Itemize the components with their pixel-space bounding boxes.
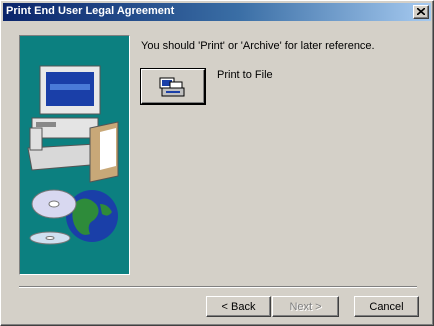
print-to-file-label: Print to File [217,69,273,81]
cancel-button[interactable]: Cancel [354,296,419,317]
side-illustration [19,35,130,275]
back-button[interactable]: < Back [206,296,271,317]
print-to-file-button[interactable] [141,69,205,104]
instruction-text: You should 'Print' or 'Archive' for late… [141,40,375,52]
printer-icon [159,77,185,97]
dialog-window: Print End User Legal Agreement You shoul… [0,0,434,326]
title-bar[interactable]: Print End User Legal Agreement [3,3,431,21]
close-button[interactable] [413,5,429,19]
next-button[interactable]: Next > [272,296,339,317]
window-title: Print End User Legal Agreement [6,5,175,17]
separator [19,286,417,288]
close-icon [417,8,425,15]
computer-globe-cd-illustration [27,65,119,245]
